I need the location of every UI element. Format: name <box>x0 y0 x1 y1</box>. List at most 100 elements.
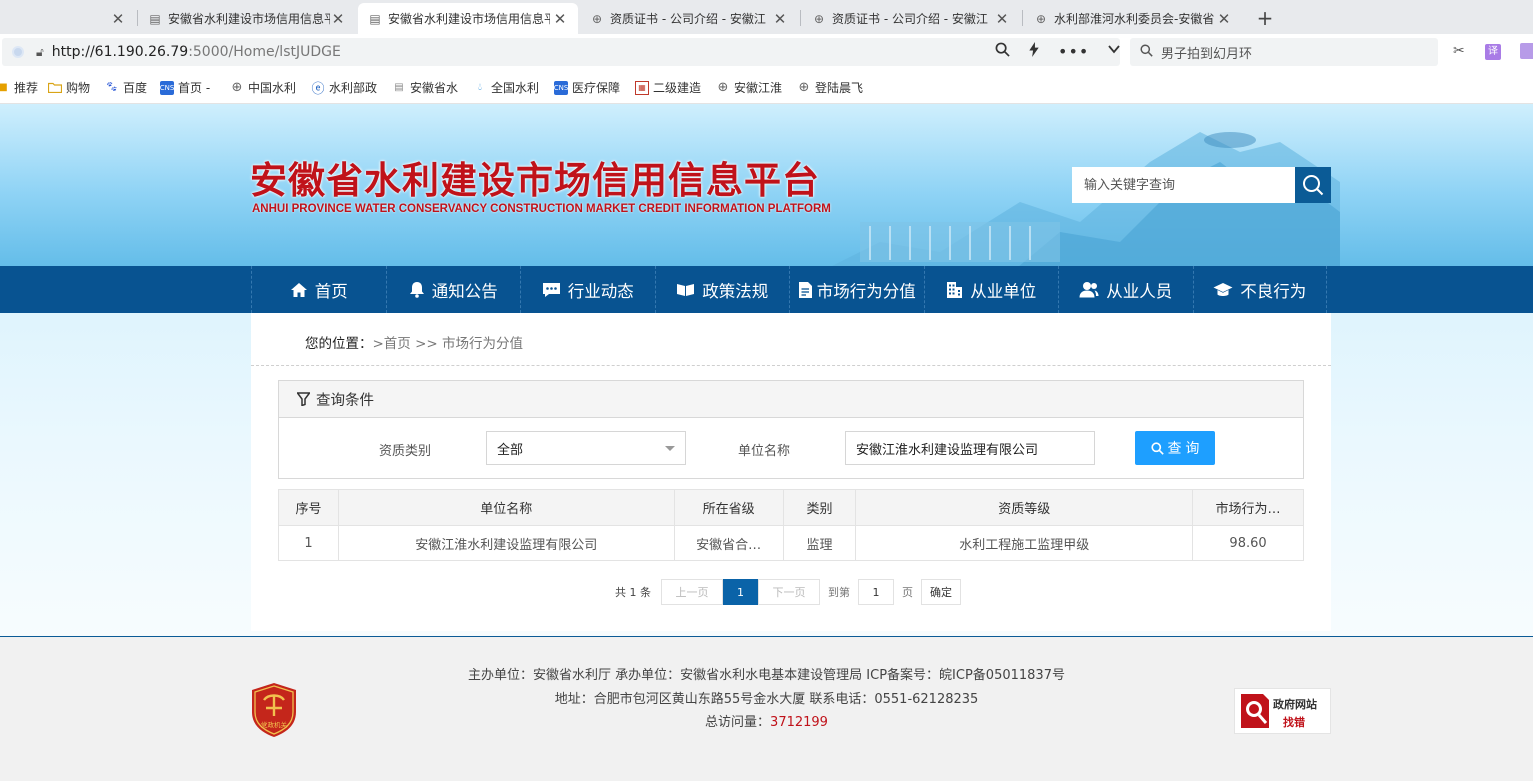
bookmark-label: 二级建造 <box>653 81 702 95</box>
cns-icon: CNS <box>160 80 174 95</box>
scissors-icon[interactable]: ✂ <box>1453 43 1465 59</box>
globe-icon: ⊕ <box>813 11 825 26</box>
bookmark-label: 登陆晨飞 <box>815 81 864 95</box>
chat-icon <box>542 282 561 298</box>
close-icon[interactable]: ✕ <box>1216 10 1232 28</box>
bookmark-4[interactable]: ⊕ 中国水利 <box>230 79 296 96</box>
bookmark-6[interactable]: ▤ 安徽省水 <box>392 79 458 96</box>
bookmark-10[interactable]: ⊕ 安徽江淮 <box>716 79 782 96</box>
document-edit-icon <box>798 281 814 299</box>
url-text: http://61.190.26.79:5000/Home/lstJUDGE <box>52 44 341 60</box>
bookmark-7[interactable]: 💧︎ 全国水利 <box>473 79 539 96</box>
company-name-input[interactable] <box>845 431 1095 465</box>
keyword-search-button[interactable] <box>1295 167 1331 203</box>
bookmark-8[interactable]: CNS 医疗保障 <box>554 79 620 96</box>
site-status-icon <box>12 46 24 58</box>
column-header[interactable]: 单位名称 <box>337 489 675 526</box>
nav-label: 从业单位 <box>970 281 1037 301</box>
next-page-button[interactable]: 下一页 <box>758 579 820 605</box>
bookmark-label: 推荐 <box>14 81 39 95</box>
column-header[interactable]: 所在省级 <box>673 489 784 526</box>
nav-item-policies[interactable]: 政策法规 <box>654 266 790 313</box>
nav-item-bad-behavior[interactable]: 不良行为 <box>1192 266 1327 313</box>
new-tab-button[interactable]: + <box>1254 6 1276 30</box>
more-icon[interactable]: ••• <box>1058 42 1089 61</box>
users-icon <box>1079 281 1099 298</box>
bookmark-0[interactable]: ■ 推荐 <box>0 79 38 96</box>
column-header[interactable]: 序号 <box>278 489 339 526</box>
chevron-down-icon[interactable] <box>1107 42 1121 61</box>
nav-item-home[interactable]: 首页 <box>251 266 386 313</box>
main-nav: 首页 通知公告 行业动态 政策法规 市场行为分值 从业单位 从业人员 不良行为 <box>0 266 1533 313</box>
nav-label: 通知公告 <box>431 281 498 301</box>
extension-icon[interactable] <box>1520 43 1533 59</box>
bookmark-11[interactable]: ⊕ 登陆晨飞 <box>797 79 863 96</box>
browser-tab-0[interactable]: ▤ 安徽省水利建设市场信用信息平 ✕ <box>138 3 356 34</box>
column-header[interactable]: 市场行为… <box>1192 489 1304 526</box>
bookmark-5[interactable]: ⓔ 水利部政 <box>311 79 377 97</box>
address-tools: ••• <box>995 42 1121 61</box>
bookmark-1[interactable]: 购物 <box>48 79 90 96</box>
nav-item-news[interactable]: 行业动态 <box>520 266 655 313</box>
url-field[interactable]: 🔓︎ http://61.190.26.79:5000/Home/lstJUDG… <box>2 38 1120 66</box>
bookmark-3[interactable]: CNS 首页 - <box>160 79 210 96</box>
pager-goto-label: 到第 <box>828 586 850 599</box>
bookmark-9[interactable]: ▦ 二级建造 <box>635 79 701 96</box>
insecure-lock-icon[interactable]: 🔓︎ <box>36 45 44 60</box>
graduation-cap-icon <box>1213 282 1233 298</box>
gov-site-error-report-logo[interactable]: 政府网站 找错 <box>1234 688 1331 734</box>
column-header[interactable]: 资质等级 <box>855 489 1194 526</box>
browser-tab-4[interactable]: ⊕ 水利部淮河水利委员会-安徽省 ✕ <box>1024 3 1242 34</box>
prev-page-button[interactable]: 上一页 <box>661 579 723 605</box>
qualification-type-label: 资质类别 <box>379 444 432 459</box>
browser-tab-3[interactable]: ⊕ 资质证书 - 公司介绍 - 安徽江 ✕ <box>802 3 1020 34</box>
breadcrumb-divider <box>251 365 1331 366</box>
gov-logo-subtitle: 找错 <box>1283 716 1305 729</box>
lightning-icon[interactable] <box>1028 42 1040 61</box>
water-drop-icon: 💧︎ <box>478 82 482 93</box>
globe-icon: ⊕ <box>591 11 603 26</box>
table-row[interactable]: 1 安徽江淮水利建设监理有限公司 安徽省合… 监理 水利工程施工监理甲级 98.… <box>278 525 1304 561</box>
qualification-type-select[interactable]: 全部 <box>486 431 686 465</box>
pager-confirm-button[interactable]: 确定 <box>921 579 961 605</box>
breadcrumb-path[interactable]: >首页 >> 市场行为分值 <box>373 336 524 352</box>
results-table: 序号 单位名称 所在省级 类别 资质等级 市场行为… 1 安徽江淮水利建设监理有… <box>278 489 1304 561</box>
zoom-search-icon[interactable] <box>995 42 1010 61</box>
query-panel-header: 查询条件 <box>279 381 1303 418</box>
browser-tab-bar: ✕ ▤ 安徽省水利建设市场信用信息平 ✕ ▤ 安徽省水利建设市场信用信息平 ✕ … <box>0 0 1533 34</box>
keyword-search-input[interactable] <box>1072 167 1295 203</box>
cns-icon: CNS <box>554 80 568 95</box>
close-icon[interactable]: ✕ <box>330 10 346 28</box>
page-number-input[interactable] <box>858 579 894 605</box>
close-icon[interactable]: ✕ <box>994 10 1010 28</box>
nav-label: 不良行为 <box>1240 281 1307 301</box>
current-page-button[interactable]: 1 <box>723 579 758 605</box>
bell-icon <box>409 281 425 298</box>
browser-tab-1[interactable]: ▤ 安徽省水利建设市场信用信息平 ✕ <box>358 3 578 34</box>
close-icon[interactable]: ✕ <box>110 10 126 28</box>
bookmark-label: 百度 <box>123 81 148 95</box>
nav-item-personnel[interactable]: 从业人员 <box>1058 266 1193 313</box>
translate-icon[interactable]: 译 <box>1485 44 1501 60</box>
pager-total: 共 1 条 <box>615 586 651 599</box>
url-path: :5000/Home/lstJUDGE <box>188 44 341 60</box>
breadcrumb-label: 您的位置： <box>305 336 373 352</box>
close-icon[interactable]: ✕ <box>552 10 568 28</box>
bookmark-2[interactable]: 🐾︎ 百度 <box>105 79 147 96</box>
search-icon <box>1140 43 1153 61</box>
close-icon[interactable]: ✕ <box>772 10 788 28</box>
nav-item-notices[interactable]: 通知公告 <box>385 266 521 313</box>
open-book-icon <box>676 282 695 297</box>
site-subtitle: ANHUI PROVINCE WATER CONSERVANCY CONSTRU… <box>252 203 831 215</box>
browser-tab-partial[interactable]: ✕ <box>0 3 136 34</box>
nav-item-companies[interactable]: 从业单位 <box>923 266 1059 313</box>
column-header[interactable]: 类别 <box>782 489 857 526</box>
main-content: 您的位置：>首页 >> 市场行为分值 查询条件 资质类别 全部 单位名称 查 询… <box>251 313 1331 631</box>
browser-search-box[interactable]: 男子拍到幻月环 <box>1130 38 1438 66</box>
site-title: 安徽省水利建设市场信用信息平台 <box>250 158 820 202</box>
table-cell: 安徽省合… <box>673 525 784 561</box>
nav-item-market-score[interactable]: 市场行为分值 <box>789 266 924 313</box>
filter-icon <box>297 392 310 406</box>
browser-tab-2[interactable]: ⊕ 资质证书 - 公司介绍 - 安徽江 ✕ <box>580 3 798 34</box>
query-button[interactable]: 查 询 <box>1135 431 1215 465</box>
